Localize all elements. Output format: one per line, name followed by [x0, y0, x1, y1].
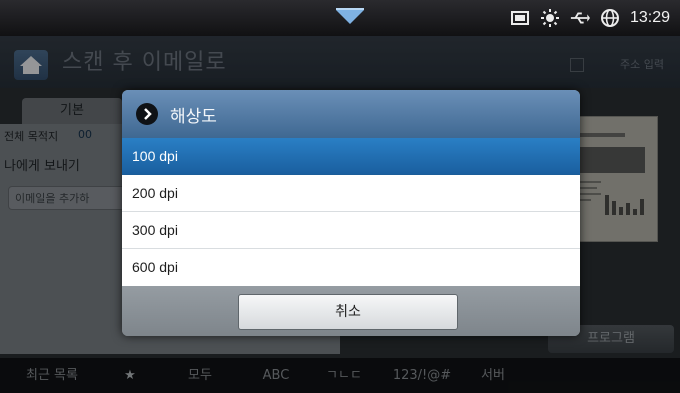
brightness-icon: [540, 8, 560, 28]
resolution-dialog: 해상도 100 dpi 200 dpi 300 dpi 600 dpi 취소: [122, 90, 580, 336]
status-icons: 13:29: [510, 7, 670, 29]
dialog-footer: 취소: [122, 286, 580, 336]
resolution-options: 100 dpi 200 dpi 300 dpi 600 dpi: [122, 138, 580, 286]
usb-icon: [570, 8, 590, 28]
screen-icon: [510, 8, 530, 28]
status-bar: 13:29: [0, 0, 680, 36]
cancel-button[interactable]: 취소: [238, 294, 458, 330]
option-100-dpi[interactable]: 100 dpi: [122, 138, 580, 175]
status-time: 13:29: [629, 9, 670, 26]
chevron-right-icon: [136, 103, 158, 125]
globe-icon: [600, 8, 620, 28]
option-300-dpi[interactable]: 300 dpi: [122, 212, 580, 249]
dialog-header: 해상도: [122, 90, 580, 138]
pull-down-icon[interactable]: [332, 6, 368, 28]
dialog-title: 해상도: [170, 107, 217, 127]
option-200-dpi[interactable]: 200 dpi: [122, 175, 580, 212]
option-600-dpi[interactable]: 600 dpi: [122, 249, 580, 286]
